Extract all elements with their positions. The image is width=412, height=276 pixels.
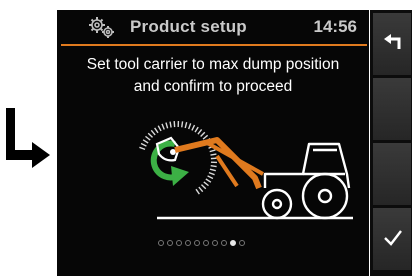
instruction-line-2: and confirm to proceed bbox=[133, 78, 293, 95]
gear-settings-icon bbox=[89, 17, 114, 38]
page-title: Product setup bbox=[130, 17, 247, 36]
confirm-softkey[interactable] bbox=[373, 208, 411, 270]
page-dot bbox=[167, 240, 173, 246]
page-dot bbox=[194, 240, 200, 246]
page-dot bbox=[158, 240, 164, 246]
softkey-3[interactable] bbox=[373, 143, 411, 205]
header-bar: Product setup 14:56 bbox=[57, 10, 369, 43]
tractor-loader-dump-icon bbox=[139, 120, 353, 220]
page-indicator bbox=[158, 238, 278, 248]
clock-time: 14:56 bbox=[313, 17, 357, 36]
display-screen: Product setup 14:56 Set tool carrier to … bbox=[57, 10, 369, 276]
pointer-arrow-icon bbox=[6, 108, 50, 168]
page-dot bbox=[176, 240, 182, 246]
instruction-line-1: Set tool carrier to max dump position bbox=[86, 56, 340, 73]
header-divider bbox=[61, 44, 367, 46]
page-dot bbox=[239, 240, 245, 246]
page-dot bbox=[221, 240, 227, 246]
page-dot bbox=[185, 240, 191, 246]
instruction-text: Set tool carrier to max dump position an… bbox=[57, 54, 369, 98]
page-dot bbox=[203, 240, 209, 246]
softkey-2[interactable] bbox=[373, 78, 411, 140]
softkey-column bbox=[370, 10, 412, 276]
checkmark-icon bbox=[384, 230, 402, 246]
page-dot bbox=[230, 240, 236, 246]
page-dot bbox=[212, 240, 218, 246]
back-softkey[interactable] bbox=[373, 13, 411, 75]
return-arrow-icon bbox=[384, 34, 401, 49]
